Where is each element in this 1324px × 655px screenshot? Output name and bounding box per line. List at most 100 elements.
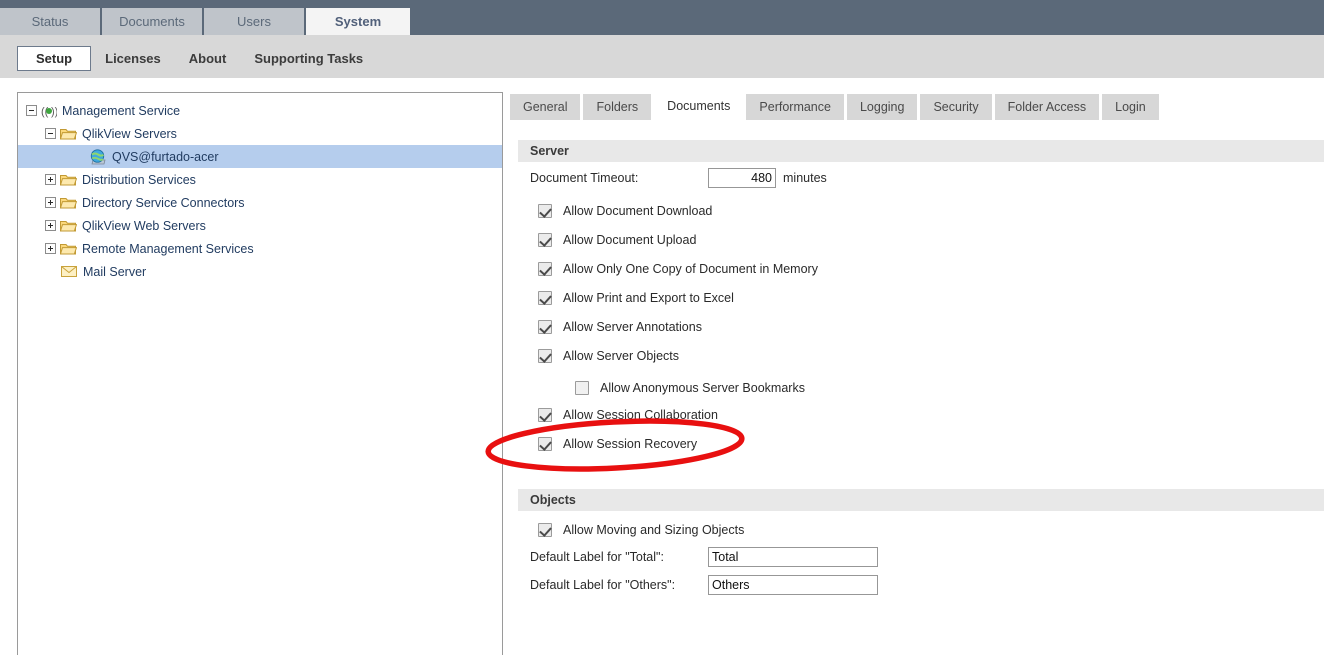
subnav-item-licenses[interactable]: Licenses [91,46,175,71]
checkbox-icon[interactable] [538,233,552,247]
checkbox-icon[interactable] [538,204,552,218]
server-globe-icon [89,148,107,165]
subnav-item-about-label: About [188,51,227,66]
tree-expander-minus-icon[interactable] [26,105,37,116]
checkbox-allow-session-collaboration[interactable]: Allow Session Collaboration [538,408,718,422]
folder-icon [59,242,78,256]
secondary-nav-bar: Setup Licenses About Supporting Tasks [0,35,1324,78]
system-tree-panel: (( )) Management Service QlikView Server… [17,92,503,655]
default-label-others-label: Default Label for "Others": [530,578,676,592]
main-tab-strip: Status Documents Users System [0,8,410,35]
checkbox-icon[interactable] [538,349,552,363]
content-tab-security[interactable]: Security [920,94,992,120]
tree-item-qvs-furtado-acer-label: QVS@furtado-acer [112,149,219,164]
subnav-item-setup-label: Setup [36,51,73,66]
subnav-item-supporting-tasks-label: Supporting Tasks [254,51,364,66]
checkbox-allow-only-one-copy-in-memory[interactable]: Allow Only One Copy of Document in Memor… [538,262,818,276]
tree-item-distribution-services-label: Distribution Services [82,172,196,187]
content-tab-documents-label: Documents [667,99,731,113]
objects-section-title: Objects [530,493,576,507]
checkbox-allow-document-upload[interactable]: Allow Document Upload [538,233,696,247]
checkbox-allow-server-annotations[interactable]: Allow Server Annotations [538,320,702,334]
tree-item-qlikview-web-servers-label: QlikView Web Servers [82,218,206,233]
checkbox-allow-only-one-copy-in-memory-label: Allow Only One Copy of Document in Memor… [563,262,818,276]
main-tab-users[interactable]: Users [204,8,306,35]
checkbox-icon[interactable] [575,381,589,395]
tree-expander-plus-icon[interactable] [45,197,56,208]
tree-item-directory-service-connectors[interactable]: Directory Service Connectors [18,191,502,214]
broadcast-icon: (( )) [41,104,58,118]
main-tab-documents[interactable]: Documents [102,8,204,35]
subnav-item-about[interactable]: About [175,46,241,71]
checkbox-allow-session-collaboration-label: Allow Session Collaboration [563,408,718,422]
tree-item-distribution-services[interactable]: Distribution Services [18,168,502,191]
qlikview-management-console: Status Documents Users System Setup Lice… [0,0,1324,655]
checkbox-allow-document-download[interactable]: Allow Document Download [538,204,712,218]
content-tab-general[interactable]: General [510,94,581,120]
checkbox-icon[interactable] [538,408,552,422]
default-label-total-input[interactable] [708,547,878,567]
checkbox-allow-print-and-export-to-excel-label: Allow Print and Export to Excel [563,291,734,305]
content-tab-folder-access-label: Folder Access [1007,100,1087,114]
system-tree: (( )) Management Service QlikView Server… [18,93,502,283]
content-tab-security-label: Security [933,100,979,114]
checkbox-allow-anonymous-server-bookmarks-label: Allow Anonymous Server Bookmarks [600,381,805,395]
tree-item-mail-server[interactable]: Mail Server [18,260,502,283]
tree-item-qlikview-web-servers[interactable]: QlikView Web Servers [18,214,502,237]
checkbox-icon[interactable] [538,523,552,537]
tree-item-management-service-label: Management Service [62,103,181,118]
tree-expander-plus-icon[interactable] [45,174,56,185]
subnav-item-supporting-tasks[interactable]: Supporting Tasks [240,46,377,71]
content-tab-performance[interactable]: Performance [746,94,844,120]
main-tab-status-label: Status [31,14,69,29]
checkbox-allow-server-objects-label: Allow Server Objects [563,349,680,363]
document-timeout-row: Document Timeout: minutes [530,168,827,188]
server-section-title: Server [530,144,569,158]
tree-item-remote-management-services[interactable]: Remote Management Services [18,237,502,260]
content-tab-performance-label: Performance [759,100,831,114]
tree-expander-minus-icon[interactable] [45,128,56,139]
tree-expander-plus-icon[interactable] [45,220,56,231]
content-tab-login[interactable]: Login [1102,94,1159,120]
document-timeout-input[interactable] [708,168,776,188]
checkbox-allow-session-recovery-label: Allow Session Recovery [563,437,698,451]
default-label-total-row: Default Label for "Total": [530,547,878,567]
tree-expander-plus-icon[interactable] [45,243,56,254]
content-tab-documents[interactable]: Documents [654,92,744,120]
checkbox-allow-print-and-export-to-excel[interactable]: Allow Print and Export to Excel [538,291,734,305]
content-tab-logging[interactable]: Logging [846,94,918,120]
checkbox-allow-session-recovery[interactable]: Allow Session Recovery [538,437,697,451]
checkbox-allow-moving-and-sizing-objects[interactable]: Allow Moving and Sizing Objects [538,523,744,537]
checkbox-icon[interactable] [538,437,552,451]
main-tab-status[interactable]: Status [0,8,102,35]
content-tab-folders-label: Folders [596,100,639,114]
checkbox-allow-server-annotations-label: Allow Server Annotations [563,320,702,334]
checkbox-allow-anonymous-server-bookmarks[interactable]: Allow Anonymous Server Bookmarks [575,381,805,395]
main-tab-documents-label: Documents [119,14,185,29]
folder-icon [59,196,78,210]
tree-item-qlikview-servers[interactable]: QlikView Servers [18,122,502,145]
tree-item-qlikview-servers-label: QlikView Servers [82,126,177,141]
content-tab-general-label: General [523,100,568,114]
default-label-total-label: Default Label for "Total": [530,550,664,564]
tree-item-directory-service-connectors-label: Directory Service Connectors [82,195,245,210]
tree-item-qvs-furtado-acer[interactable]: QVS@furtado-acer [18,145,502,168]
checkbox-icon[interactable] [538,291,552,305]
checkbox-icon[interactable] [538,262,552,276]
checkbox-icon[interactable] [538,320,552,334]
default-label-others-input[interactable] [708,575,878,595]
content-tab-logging-label: Logging [859,100,905,114]
tree-item-management-service[interactable]: (( )) Management Service [18,99,502,122]
checkbox-allow-moving-and-sizing-objects-label: Allow Moving and Sizing Objects [563,523,745,537]
checkbox-allow-server-objects[interactable]: Allow Server Objects [538,349,679,363]
folder-icon [59,127,78,141]
content-tab-folder-access[interactable]: Folder Access [994,94,1100,120]
main-tab-system[interactable]: System [306,8,410,35]
subnav-item-setup[interactable]: Setup [17,46,92,71]
checkbox-allow-document-download-label: Allow Document Download [563,204,713,218]
document-timeout-label: Document Timeout: [530,171,639,185]
main-tab-users-label: Users [237,14,271,29]
content-tab-folders[interactable]: Folders [583,94,652,120]
server-section-header: Server [518,140,1324,162]
mail-icon [61,265,78,278]
